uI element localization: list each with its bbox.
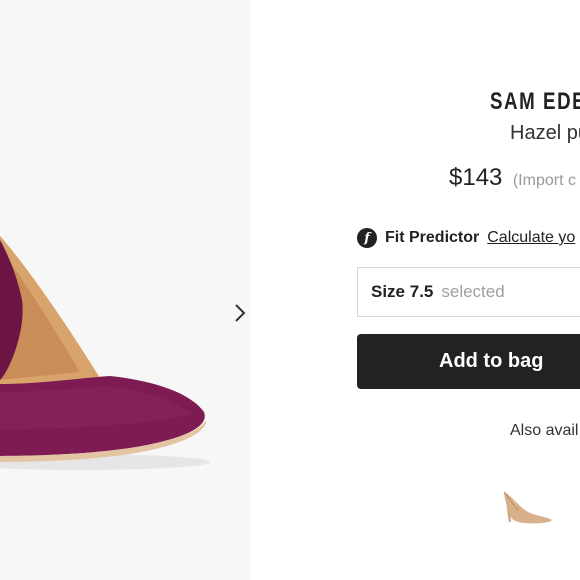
selected-size: Size 7.5: [371, 282, 434, 301]
alternate-color-thumbnail[interactable]: [498, 480, 554, 528]
nude-pump-thumbnail: [503, 491, 552, 524]
shoe-illustration: [0, 236, 210, 470]
also-available-label: Also avail: [510, 422, 579, 439]
add-to-bag-label: Add to bag: [439, 350, 544, 372]
price: $143: [449, 164, 503, 191]
chevron-right-icon: [235, 304, 246, 322]
add-to-bag-button[interactable]: Add to bag: [357, 334, 580, 389]
product-title: Hazel pu: [510, 122, 580, 144]
product-image: [0, 0, 250, 580]
price-row: $143 (Import c: [449, 164, 576, 192]
brand-name[interactable]: SAM EDE: [490, 88, 580, 116]
next-image-button[interactable]: [234, 303, 250, 329]
calculate-size-link[interactable]: Calculate yo: [487, 229, 575, 247]
fit-predictor: f Fit Predictor Calculate yo: [357, 228, 575, 248]
size-selected-label: selected: [441, 282, 505, 301]
size-selector[interactable]: Size 7.5 selected: [357, 267, 580, 317]
f-logo-icon: f: [357, 228, 377, 248]
import-duties-note: (Import c: [512, 172, 576, 189]
fit-predictor-label: Fit Predictor: [385, 229, 480, 246]
